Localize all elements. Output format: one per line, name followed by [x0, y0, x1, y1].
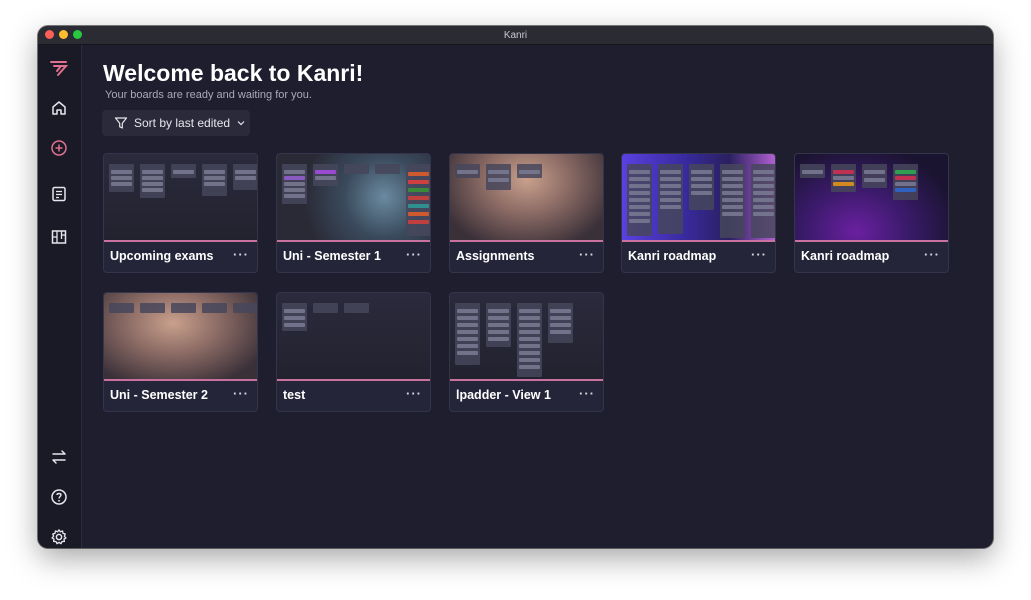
- page-subtitle: Your boards are ready and waiting for yo…: [105, 89, 312, 101]
- board-thumbnail: [795, 154, 948, 242]
- board-menu-button[interactable]: ···: [233, 247, 249, 262]
- board-name: Kanri roadmap: [801, 249, 890, 263]
- board-card[interactable]: Kanri roadmap ···: [794, 153, 949, 273]
- filter-icon: [114, 117, 128, 129]
- board-card[interactable]: Kanri roadmap ···: [621, 153, 776, 273]
- app-window: Kanri Welcome back to Kanri! Your boards…: [38, 26, 993, 548]
- window-title: Kanri: [503, 29, 528, 41]
- board-thumbnail: [450, 293, 603, 381]
- board-name: Uni - Semester 2: [110, 388, 208, 402]
- board-thumbnail: [104, 154, 257, 242]
- board-card[interactable]: Upcoming exams ···: [103, 153, 258, 273]
- board-card[interactable]: Uni - Semester 1 ···: [276, 153, 431, 273]
- board-thumbnail: [622, 154, 775, 242]
- window-controls: [45, 30, 82, 39]
- board-menu-button[interactable]: ···: [406, 386, 422, 401]
- close-window-button[interactable]: [45, 30, 54, 39]
- board-card[interactable]: Assignments ···: [449, 153, 604, 273]
- maximize-window-button[interactable]: [73, 30, 82, 39]
- import-export-icon[interactable]: [48, 446, 70, 468]
- board-menu-button[interactable]: ···: [579, 386, 595, 401]
- chevron-down-icon: [237, 121, 245, 126]
- board-card[interactable]: Uni - Semester 2 ···: [103, 292, 258, 412]
- boards-icon[interactable]: [48, 226, 70, 248]
- settings-icon[interactable]: [48, 526, 70, 548]
- title-bar: Kanri: [38, 26, 993, 45]
- add-board-icon[interactable]: [48, 137, 70, 159]
- board-name: Assignments: [456, 249, 535, 263]
- board-name: Kanri roadmap: [628, 249, 717, 263]
- sort-dropdown-button[interactable]: Sort by last edited: [102, 110, 250, 136]
- board-menu-button[interactable]: ···: [924, 247, 940, 262]
- board-card[interactable]: test ···: [276, 292, 431, 412]
- board-menu-button[interactable]: ···: [406, 247, 422, 262]
- sort-label: Sort by last edited: [134, 116, 231, 130]
- main-content: Welcome back to Kanri! Your boards are r…: [82, 45, 993, 548]
- logo-icon[interactable]: [48, 57, 70, 79]
- minimize-window-button[interactable]: [59, 30, 68, 39]
- board-menu-button[interactable]: ···: [751, 247, 767, 262]
- board-name: Upcoming exams: [110, 249, 214, 263]
- sidebar: [38, 45, 82, 548]
- board-menu-button[interactable]: ···: [233, 386, 249, 401]
- board-thumbnail: [277, 293, 430, 381]
- board-name: lpadder - View 1: [456, 388, 551, 402]
- home-icon[interactable]: [48, 97, 70, 119]
- board-thumbnail: [277, 154, 430, 242]
- board-card[interactable]: lpadder - View 1 ···: [449, 292, 604, 412]
- notes-icon[interactable]: [48, 183, 70, 205]
- board-thumbnail: [104, 293, 257, 381]
- help-icon[interactable]: [48, 486, 70, 508]
- board-menu-button[interactable]: ···: [579, 247, 595, 262]
- board-name: Uni - Semester 1: [283, 249, 381, 263]
- page-title: Welcome back to Kanri!: [103, 60, 364, 86]
- board-name: test: [283, 388, 306, 402]
- board-thumbnail: [450, 154, 603, 242]
